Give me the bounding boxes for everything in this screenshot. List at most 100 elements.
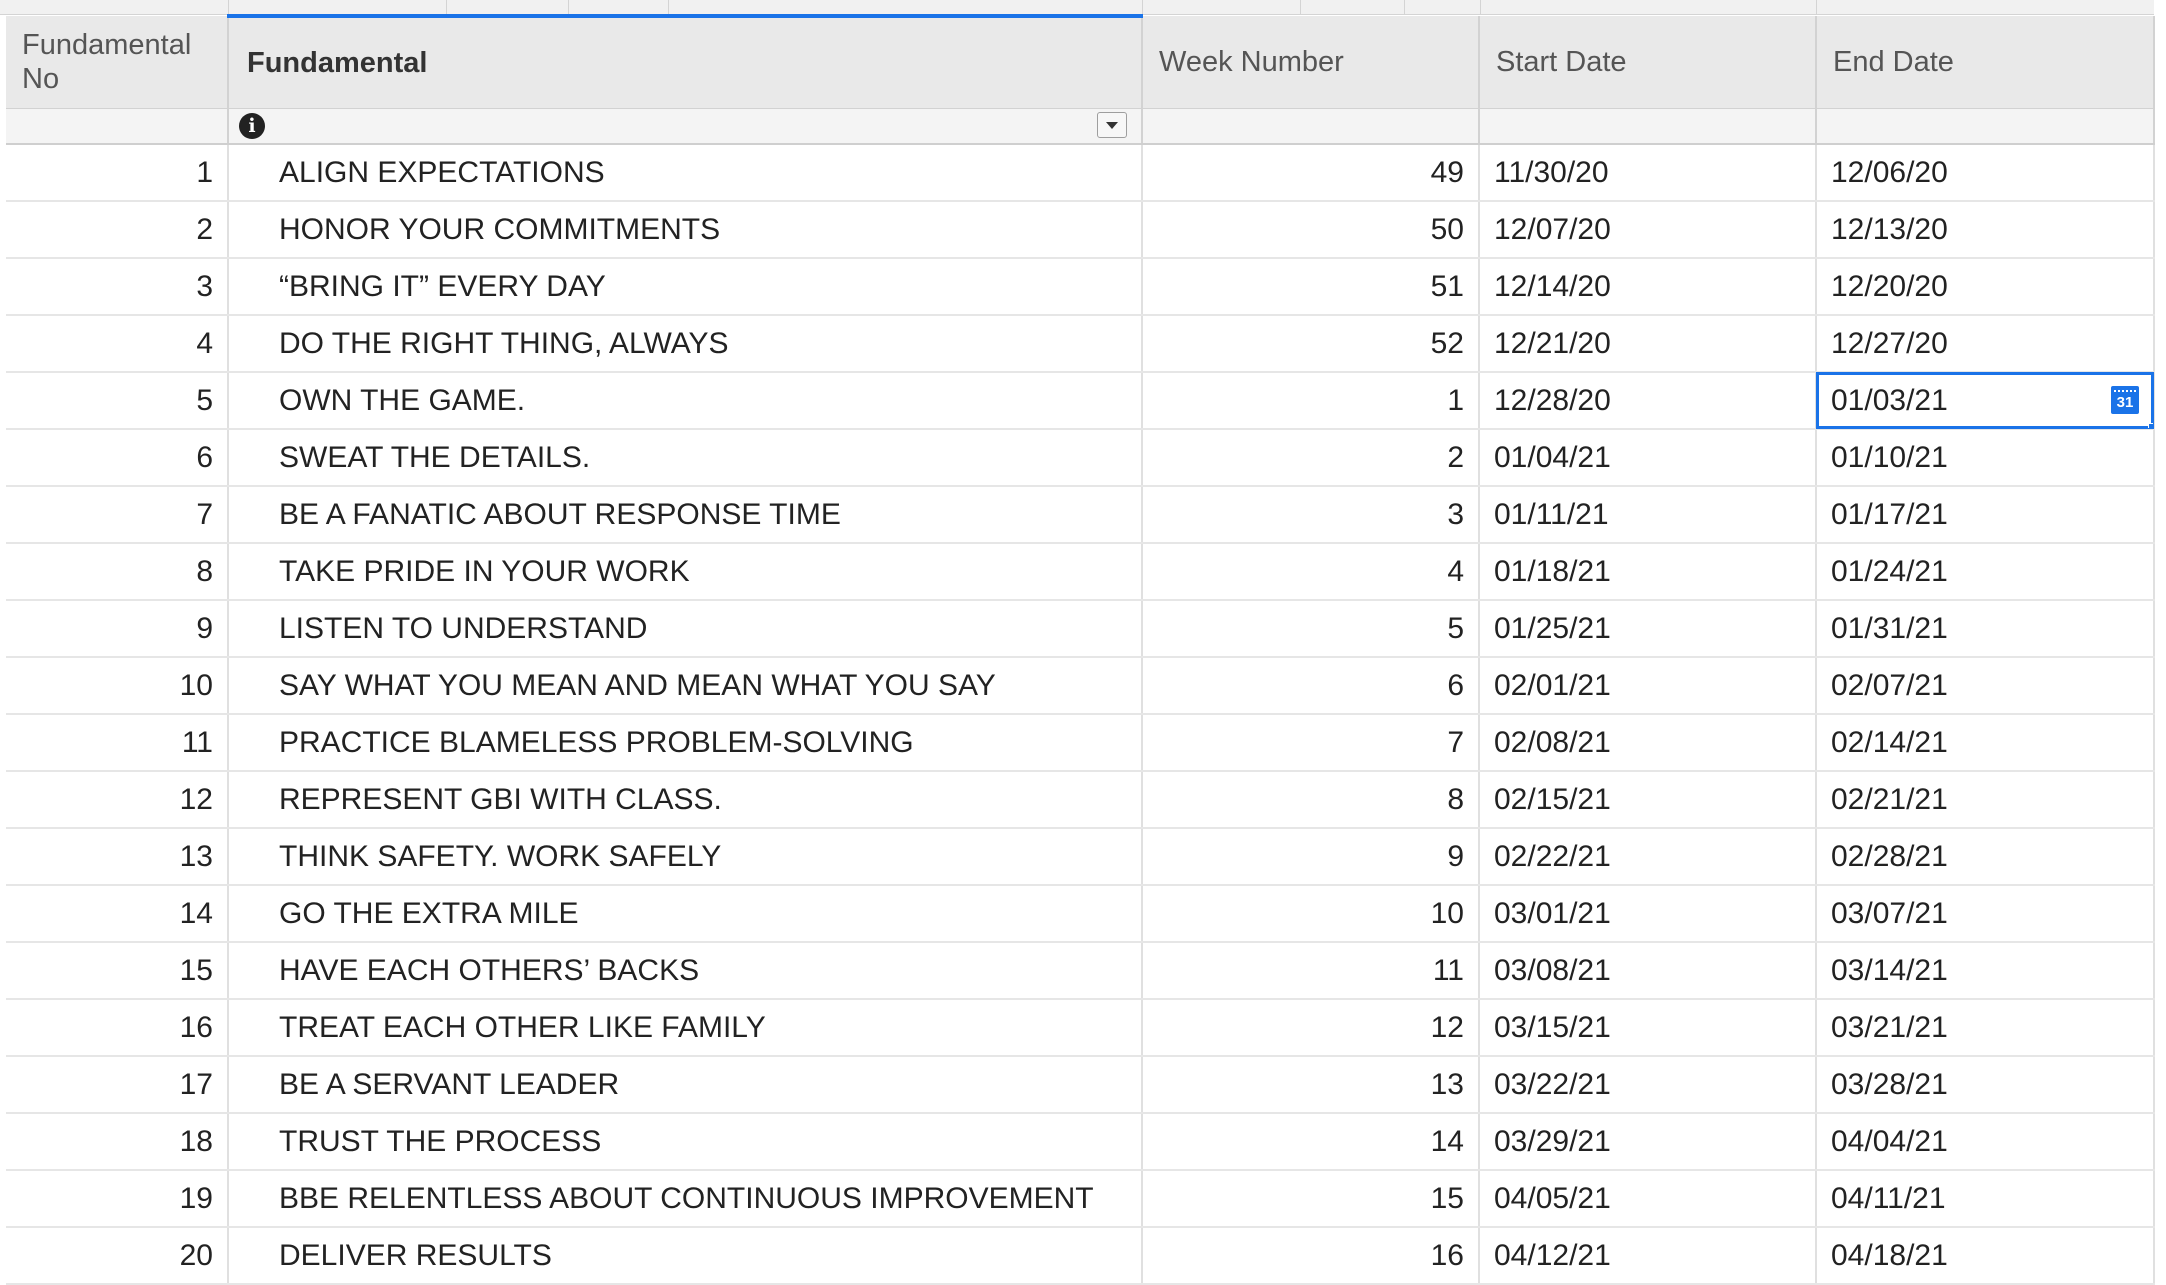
table-row[interactable]: 1 ALIGN EXPECTATIONS 49 11/30/20 12/06/20 bbox=[6, 144, 2155, 202]
cell-end-date[interactable]: 12/06/20 bbox=[1816, 144, 2155, 202]
column-header-start-date[interactable]: Start Date bbox=[1479, 16, 1817, 109]
cell-end-date[interactable]: 04/11/21 bbox=[1816, 1170, 2155, 1228]
filter-cell-end-date[interactable] bbox=[1816, 108, 2155, 145]
cell-end-date[interactable]: 02/14/21 bbox=[1816, 714, 2155, 772]
cell-start-date[interactable]: 03/29/21 bbox=[1479, 1113, 1817, 1171]
cell-fundamental-no[interactable]: 7 bbox=[6, 486, 229, 544]
cell-fundamental[interactable]: REPRESENT GBI WITH CLASS. bbox=[228, 771, 1143, 829]
cell-fundamental-no[interactable]: 15 bbox=[6, 942, 229, 1000]
cell-start-date[interactable]: 01/18/21 bbox=[1479, 543, 1817, 601]
cell-fundamental-no[interactable]: 13 bbox=[6, 828, 229, 886]
cell-fundamental-no[interactable]: 17 bbox=[6, 1056, 229, 1114]
cell-end-date[interactable]: 04/18/21 bbox=[1816, 1227, 2155, 1285]
cell-start-date[interactable]: 11/30/20 bbox=[1479, 144, 1817, 202]
cell-start-date[interactable]: 01/04/21 bbox=[1479, 429, 1817, 487]
cell-start-date[interactable]: 01/25/21 bbox=[1479, 600, 1817, 658]
cell-fundamental-no[interactable]: 12 bbox=[6, 771, 229, 829]
table-row[interactable]: 16 TREAT EACH OTHER LIKE FAMILY 12 03/15/21… bbox=[6, 999, 2155, 1057]
cell-fundamental[interactable]: HONOR YOUR COMMITMENTS bbox=[228, 201, 1143, 259]
column-header-end-date[interactable]: End Date bbox=[1816, 16, 2155, 109]
chevron-down-icon[interactable] bbox=[1097, 112, 1127, 138]
cell-fundamental-no[interactable]: 9 bbox=[6, 600, 229, 658]
cell-fundamental-no[interactable]: 10 bbox=[6, 657, 229, 715]
table-row[interactable]: 3 “BRING IT” EVERY DAY 51 12/14/20 12/20/20 bbox=[6, 258, 2155, 316]
cell-start-date[interactable]: 12/28/20 bbox=[1479, 372, 1817, 430]
cell-fundamental[interactable]: DELIVER RESULTS bbox=[228, 1227, 1143, 1285]
table-row[interactable]: 7 BE A FANATIC ABOUT RESPONSE TIME 3 01/11/… bbox=[6, 486, 2155, 544]
cell-fundamental[interactable]: TREAT EACH OTHER LIKE FAMILY bbox=[228, 999, 1143, 1057]
cell-start-date[interactable]: 04/05/21 bbox=[1479, 1170, 1817, 1228]
cell-end-date[interactable]: 02/28/21 bbox=[1816, 828, 2155, 886]
cell-start-date[interactable]: 12/07/20 bbox=[1479, 201, 1817, 259]
cell-end-date[interactable]: 03/14/21 bbox=[1816, 942, 2155, 1000]
cell-week-number[interactable]: 1 bbox=[1142, 372, 1480, 430]
column-header-week-number[interactable]: Week Number bbox=[1142, 16, 1480, 109]
cell-start-date[interactable]: 03/08/21 bbox=[1479, 942, 1817, 1000]
cell-fundamental-no[interactable]: 14 bbox=[6, 885, 229, 943]
cell-start-date[interactable]: 02/08/21 bbox=[1479, 714, 1817, 772]
cell-fundamental[interactable]: SWEAT THE DETAILS. bbox=[228, 429, 1143, 487]
table-row[interactable]: 4 DO THE RIGHT THING, ALWAYS 52 12/21/20 12/… bbox=[6, 315, 2155, 373]
column-header-fundamental-no[interactable]: Fundamental No bbox=[6, 16, 229, 109]
cell-week-number[interactable]: 13 bbox=[1142, 1056, 1480, 1114]
cell-start-date[interactable]: 02/01/21 bbox=[1479, 657, 1817, 715]
cell-start-date[interactable]: 03/15/21 bbox=[1479, 999, 1817, 1057]
cell-end-date[interactable]: 01/10/21 bbox=[1816, 429, 2155, 487]
cell-fundamental[interactable]: THINK SAFETY. WORK SAFELY bbox=[228, 828, 1143, 886]
table-row[interactable]: 20 DELIVER RESULTS 16 04/12/21 04/18/21 bbox=[6, 1227, 2155, 1285]
cell-end-date[interactable]: 02/21/21 bbox=[1816, 771, 2155, 829]
cell-fundamental[interactable]: OWN THE GAME. bbox=[228, 372, 1143, 430]
cell-week-number[interactable]: 3 bbox=[1142, 486, 1480, 544]
cell-fundamental[interactable]: TAKE PRIDE IN YOUR WORK bbox=[228, 543, 1143, 601]
table-row[interactable]: 2 HONOR YOUR COMMITMENTS 50 12/07/20 12/13/2… bbox=[6, 201, 2155, 259]
cell-week-number[interactable]: 14 bbox=[1142, 1113, 1480, 1171]
column-header-fundamental[interactable]: Fundamental bbox=[228, 14, 1143, 109]
table-row[interactable]: 5 OWN THE GAME. 1 12/28/20 01/03/21 31 bbox=[6, 372, 2155, 430]
cell-week-number[interactable]: 11 bbox=[1142, 942, 1480, 1000]
cell-end-date[interactable]: 02/07/21 bbox=[1816, 657, 2155, 715]
cell-start-date[interactable]: 04/12/21 bbox=[1479, 1227, 1817, 1285]
cell-fundamental[interactable]: GO THE EXTRA MILE bbox=[228, 885, 1143, 943]
cell-fundamental-no[interactable]: 16 bbox=[6, 999, 229, 1057]
table-row[interactable]: 6 SWEAT THE DETAILS. 2 01/04/21 01/10/21 bbox=[6, 429, 2155, 487]
cell-week-number[interactable]: 9 bbox=[1142, 828, 1480, 886]
cell-week-number[interactable]: 7 bbox=[1142, 714, 1480, 772]
table-row[interactable]: 14 GO THE EXTRA MILE 10 03/01/21 03/07/21 bbox=[6, 885, 2155, 943]
cell-fundamental-no[interactable]: 11 bbox=[6, 714, 229, 772]
filter-cell-week-number[interactable] bbox=[1142, 108, 1480, 145]
cell-start-date[interactable]: 03/01/21 bbox=[1479, 885, 1817, 943]
cell-week-number[interactable]: 6 bbox=[1142, 657, 1480, 715]
cell-start-date[interactable]: 12/21/20 bbox=[1479, 315, 1817, 373]
cell-start-date[interactable]: 01/11/21 bbox=[1479, 486, 1817, 544]
table-row[interactable]: 18 TRUST THE PROCESS 14 03/29/21 04/04/21 bbox=[6, 1113, 2155, 1171]
cell-fundamental[interactable]: PRACTICE BLAMELESS PROBLEM-SOLVING bbox=[228, 714, 1143, 772]
cell-fundamental-no[interactable]: 1 bbox=[6, 144, 229, 202]
cell-fundamental-no[interactable]: 2 bbox=[6, 201, 229, 259]
cell-fundamental[interactable]: HAVE EACH OTHERS’ BACKS bbox=[228, 942, 1143, 1000]
cell-fundamental[interactable]: BE A FANATIC ABOUT RESPONSE TIME bbox=[228, 486, 1143, 544]
cell-end-date[interactable]: 03/07/21 bbox=[1816, 885, 2155, 943]
cell-fundamental-no[interactable]: 18 bbox=[6, 1113, 229, 1171]
cell-fundamental-no[interactable]: 5 bbox=[6, 372, 229, 430]
cell-fundamental-no[interactable]: 3 bbox=[6, 258, 229, 316]
table-row[interactable]: 8 TAKE PRIDE IN YOUR WORK 4 01/18/21 01/24/2… bbox=[6, 543, 2155, 601]
cell-week-number[interactable]: 2 bbox=[1142, 429, 1480, 487]
table-row[interactable]: 9 LISTEN TO UNDERSTAND 5 01/25/21 01/31/21 bbox=[6, 600, 2155, 658]
cell-fundamental[interactable]: TRUST THE PROCESS bbox=[228, 1113, 1143, 1171]
cell-fundamental-no[interactable]: 6 bbox=[6, 429, 229, 487]
table-row[interactable]: 17 BE A SERVANT LEADER 13 03/22/21 03/28/21 bbox=[6, 1056, 2155, 1114]
cell-fundamental[interactable]: DO THE RIGHT THING, ALWAYS bbox=[228, 315, 1143, 373]
table-row[interactable]: 10 SAY WHAT YOU MEAN AND MEAN WHAT YOU SA… bbox=[6, 657, 2155, 715]
cell-end-date[interactable]: 12/20/20 bbox=[1816, 258, 2155, 316]
info-icon[interactable]: i bbox=[239, 113, 265, 139]
cell-end-date-selected[interactable]: 01/03/21 31 bbox=[1816, 372, 2155, 430]
filter-cell-fundamental-no[interactable] bbox=[6, 108, 229, 145]
cell-fundamental[interactable]: SAY WHAT YOU MEAN AND MEAN WHAT YOU SAY bbox=[228, 657, 1143, 715]
cell-fundamental[interactable]: BBE RELENTLESS ABOUT CONTINUOUS IMPROVEM… bbox=[228, 1170, 1143, 1228]
cell-end-date[interactable]: 03/28/21 bbox=[1816, 1056, 2155, 1114]
cell-week-number[interactable]: 51 bbox=[1142, 258, 1480, 316]
cell-week-number[interactable]: 16 bbox=[1142, 1227, 1480, 1285]
cell-end-date[interactable]: 01/17/21 bbox=[1816, 486, 2155, 544]
cell-week-number[interactable]: 52 bbox=[1142, 315, 1480, 373]
cell-week-number[interactable]: 10 bbox=[1142, 885, 1480, 943]
